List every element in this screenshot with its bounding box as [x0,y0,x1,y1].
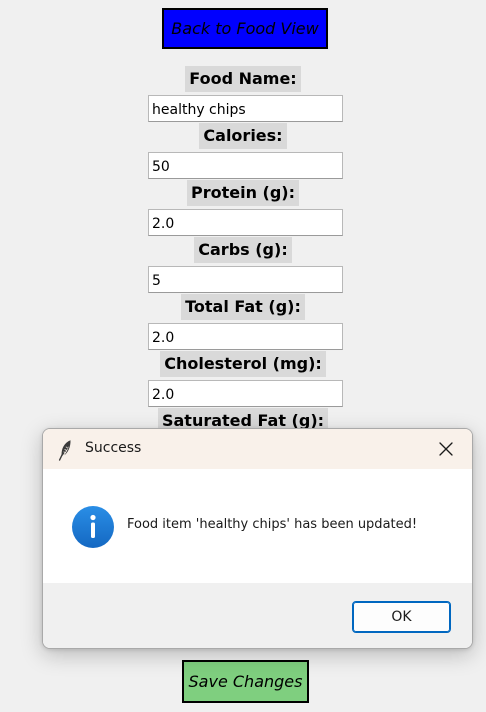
ok-button[interactable]: OK [352,601,451,633]
total-fat-input[interactable] [148,323,343,350]
cholesterol-input[interactable] [148,380,343,407]
info-icon [72,506,114,548]
close-button[interactable] [426,433,466,465]
calories-input[interactable] [148,152,343,179]
cholesterol-label: Cholesterol (mg): [0,351,486,377]
protein-input[interactable] [148,209,343,236]
carbs-label: Carbs (g): [0,237,486,263]
calories-label: Calories: [0,123,486,149]
close-icon [439,442,453,456]
food-name-label: Food Name: [0,66,486,92]
dialog-titlebar[interactable]: Success [43,429,472,469]
dialog-footer: OK [43,583,472,648]
save-changes-button[interactable]: Save Changes [182,660,309,703]
back-to-food-view-button[interactable]: Back to Food View [162,8,328,49]
carbs-input[interactable] [148,266,343,293]
total-fat-label: Total Fat (g): [0,294,486,320]
dialog-body: Food item 'healthy chips' has been updat… [43,469,472,583]
food-name-input[interactable] [148,95,343,122]
feather-icon [58,440,71,461]
dialog-title: Success [85,440,142,456]
success-dialog: Success Food item 'healthy chips' has be… [42,428,473,649]
protein-label: Protein (g): [0,180,486,206]
dialog-message: Food item 'healthy chips' has been updat… [127,517,418,532]
